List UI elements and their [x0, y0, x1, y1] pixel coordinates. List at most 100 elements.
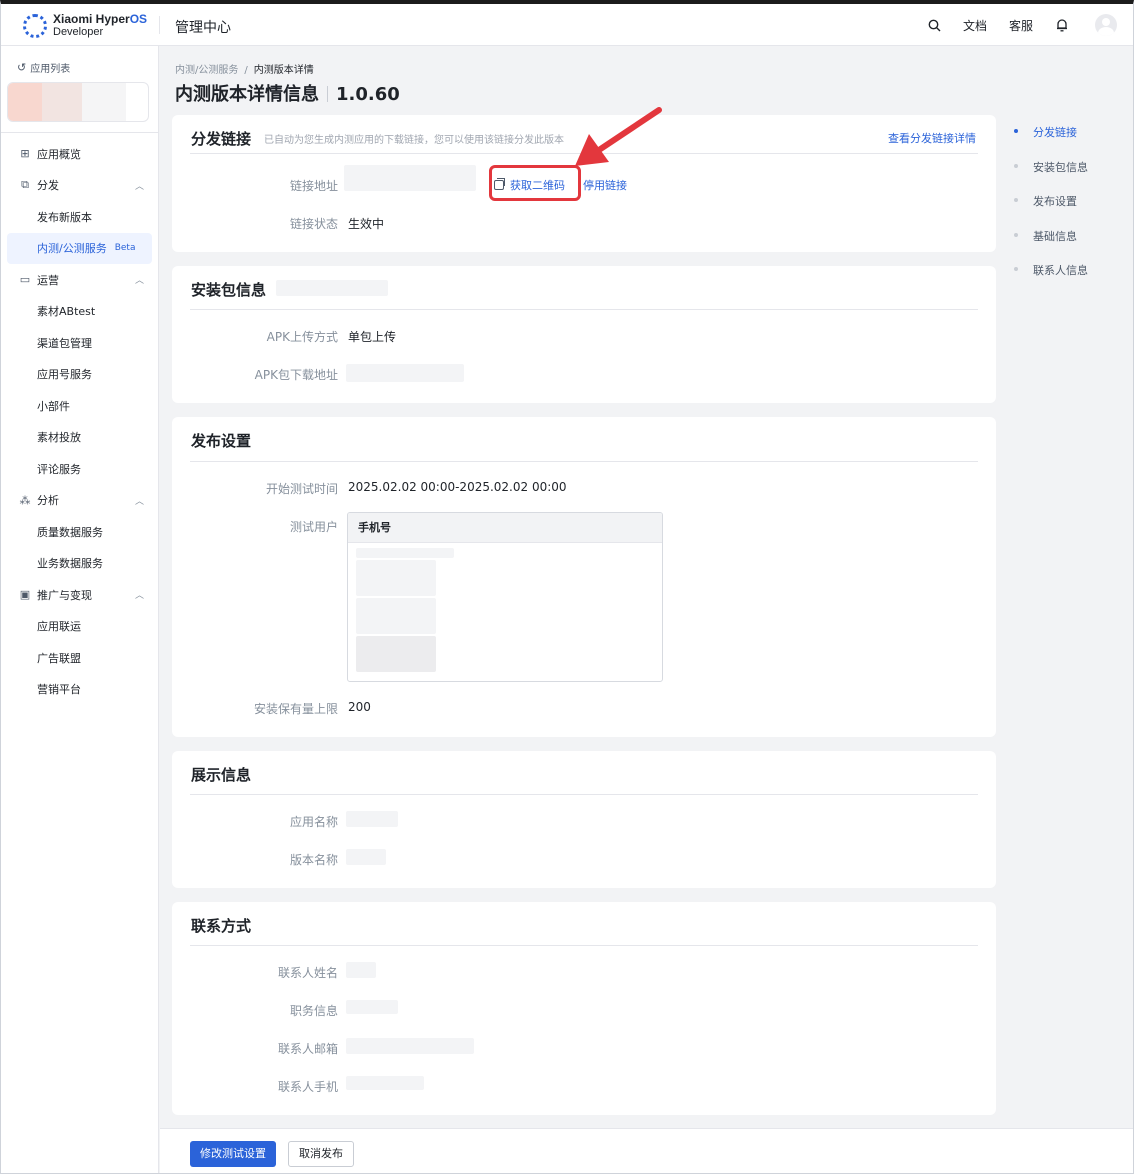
package-title: 安装包信息: [191, 281, 267, 299]
promo-icon: ▣: [19, 588, 31, 602]
anchor-contact[interactable]: 联系人信息: [1013, 262, 1088, 297]
contact-email-label: 联系人邮箱: [277, 1042, 338, 1056]
package-card: 安装包信息 APK上传方式 单包上传 APK包下载地址: [172, 266, 996, 403]
publish-card: 发布设置 开始测试时间 2025.02.02 00:00-2025.02.02 …: [172, 417, 996, 737]
contact-title: 联系方式: [191, 917, 252, 935]
sidebar-divider: [1, 132, 158, 133]
sidebar-item-material-ads[interactable]: 素材投放: [1, 422, 158, 454]
sidebar-item-ad-alliance[interactable]: 广告联盟: [1, 642, 158, 674]
contact-phone-value: [346, 1076, 424, 1090]
app-selector[interactable]: [7, 82, 149, 122]
test-time-value: 2025.02.02 00:00-2025.02.02 00:00: [348, 480, 567, 494]
table-row: [356, 636, 436, 672]
avatar[interactable]: [1095, 14, 1117, 36]
link-address-value: [344, 165, 476, 191]
share-icon: ⧉: [21, 178, 29, 192]
contact-name-label: 联系人姓名: [277, 966, 338, 980]
link-status-label: 链接状态: [289, 217, 338, 231]
sidebar-item-reviews[interactable]: 评论服务: [1, 453, 158, 485]
back-arrow-icon: ↺: [17, 61, 27, 74]
install-limit-label: 安装保有量上限: [253, 702, 338, 716]
install-limit-value: 200: [348, 700, 371, 714]
sidebar-item-abtest[interactable]: 素材ABtest: [1, 296, 158, 328]
console-title: 管理中心: [175, 20, 231, 36]
search-icon[interactable]: [928, 19, 941, 32]
sidebar: ↺ 应用列表 ⊞ 应用概览 ⧉ 分发 ︿ 发布新版本 内测/公测服务 Beta …: [1, 46, 159, 1173]
anchor-basic-info[interactable]: 基础信息: [1013, 228, 1088, 263]
chevron-up-icon: ︿: [134, 496, 144, 507]
phone-column-header: 手机号: [348, 513, 662, 543]
header-divider: [159, 16, 160, 34]
app-name-label: 应用名称: [289, 815, 338, 829]
brand-sub: Developer: [53, 26, 104, 38]
app-window: Xiaomi HyperOS Developer 管理中心 文档 客服 ↺ 应用…: [0, 0, 1134, 1174]
sidebar-item-widget[interactable]: 小部件: [1, 390, 158, 422]
contact-name-value: [346, 962, 376, 978]
apk-upload-label: APK上传方式: [266, 330, 338, 344]
sidebar-group-promotion[interactable]: ▣ 推广与变现 ︿: [1, 579, 158, 611]
back-to-app-list[interactable]: ↺ 应用列表: [17, 60, 70, 75]
sidebar-item-channel-pack[interactable]: 渠道包管理: [1, 327, 158, 359]
back-label: 应用列表: [30, 64, 71, 75]
support-link[interactable]: 客服: [1009, 17, 1033, 34]
logo[interactable]: Xiaomi HyperOS Developer: [23, 11, 147, 41]
apk-download-value[interactable]: [346, 364, 464, 382]
modify-test-settings-button[interactable]: 修改测试设置: [190, 1141, 276, 1167]
position-value: [346, 1000, 398, 1014]
sidebar-item-quality-data[interactable]: 质量数据服务: [1, 516, 158, 548]
breadcrumb: 内测/公测服务 / 内测版本详情: [175, 65, 314, 76]
section-anchor-nav: 分发链接 安装包信息 发布设置 基础信息 联系人信息: [1013, 124, 1088, 297]
disable-link-button[interactable]: 停用链接: [583, 177, 627, 193]
sidebar-group-analytics[interactable]: ⁂ 分析 ︿: [1, 485, 158, 517]
link-address-label: 链接地址: [289, 179, 338, 193]
bell-icon[interactable]: [1055, 18, 1069, 32]
footer-bar: 修改测试设置 取消发布: [160, 1128, 1133, 1173]
apk-upload-value: 单包上传: [348, 330, 397, 344]
sidebar-nav: ⊞ 应用概览 ⧉ 分发 ︿ 发布新版本 内测/公测服务 Beta ▭ 运营 ︿ …: [1, 138, 158, 705]
sidebar-item-publish-new[interactable]: 发布新版本: [1, 201, 158, 233]
copy-icon: [494, 178, 505, 190]
cancel-publish-button[interactable]: 取消发布: [288, 1141, 354, 1167]
position-label: 职务信息: [289, 1004, 338, 1018]
contact-card: 联系方式 联系人姓名 职务信息 联系人邮箱 联系人手机: [172, 902, 996, 1115]
red-arrow-annotation: [575, 107, 662, 166]
anchor-package[interactable]: 安装包信息: [1013, 159, 1088, 194]
distribution-title: 分发链接: [191, 130, 252, 148]
grid-icon: ⊞: [20, 147, 30, 161]
version-name-label: 版本名称: [289, 853, 338, 867]
sidebar-item-joint-operation[interactable]: 应用联运: [1, 611, 158, 643]
breadcrumb-parent[interactable]: 内测/公测服务: [175, 65, 238, 76]
view-link-details[interactable]: 查看分发链接详情: [888, 130, 976, 146]
anchor-publish[interactable]: 发布设置: [1013, 193, 1088, 228]
page-title: 内测版本详情信息 1.0.60: [175, 84, 400, 105]
sidebar-item-marketing[interactable]: 营销平台: [1, 674, 158, 706]
get-qr-code-button[interactable]: 获取二维码: [494, 177, 565, 193]
table-row: [356, 560, 436, 596]
display-card: 展示信息 应用名称 版本名称: [172, 751, 996, 888]
sidebar-item-overview[interactable]: ⊞ 应用概览: [1, 138, 158, 170]
chevron-up-icon: ︿: [134, 181, 144, 192]
beta-badge: Beta: [114, 243, 136, 254]
sidebar-item-beta-service[interactable]: 内测/公测服务 Beta: [7, 232, 152, 264]
sidebar-group-operations[interactable]: ▭ 运营 ︿: [1, 264, 158, 296]
sidebar-group-distribution[interactable]: ⧉ 分发 ︿: [1, 170, 158, 202]
brand-os: OS: [129, 12, 148, 26]
monitor-icon: ▭: [19, 273, 31, 287]
sidebar-item-business-data[interactable]: 业务数据服务: [1, 548, 158, 580]
chevron-up-icon: ︿: [134, 276, 144, 287]
app-name-value: [346, 811, 398, 827]
anchor-distribution[interactable]: 分发链接: [1013, 124, 1088, 159]
top-bar: Xiaomi HyperOS Developer 管理中心 文档 客服: [1, 4, 1133, 46]
chart-icon: ⁂: [19, 493, 31, 507]
test-users-table: 手机号: [347, 512, 663, 682]
distribution-hint: 已自动为您生成内测应用的下载链接，您可以使用该链接分发此版本: [264, 135, 564, 146]
table-row: [356, 548, 454, 558]
table-row: [356, 598, 436, 634]
sidebar-item-app-account[interactable]: 应用号服务: [1, 359, 158, 391]
chevron-up-icon: ︿: [134, 591, 144, 602]
test-users-label: 测试用户: [289, 520, 338, 534]
version-number: 1.0.60: [336, 84, 400, 105]
version-name-value: [346, 849, 386, 865]
breadcrumb-current: 内测版本详情: [253, 65, 314, 76]
docs-link[interactable]: 文档: [963, 17, 987, 34]
